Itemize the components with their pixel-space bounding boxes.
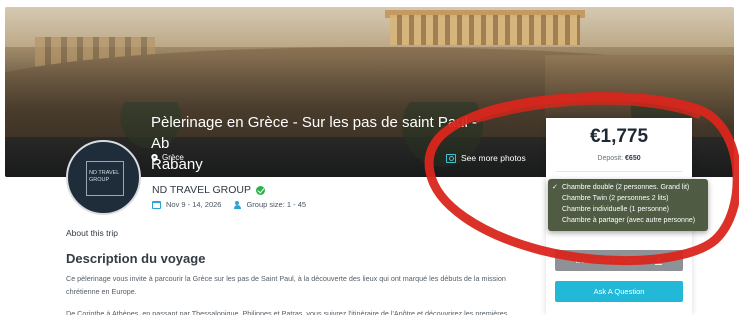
description-heading: Description du voyage [66,251,206,266]
camera-icon [446,153,456,163]
organizer-logo[interactable]: ND TRAVEL GROUP [66,140,141,215]
download-icon [655,256,663,265]
trip-location: Grèce [151,153,184,162]
trip-dates-label: Nov 9 - 14, 2026 [166,200,222,209]
room-option[interactable]: Chambre à partager (avec autre personne) [548,215,708,226]
deposit-info: Deposit: €650 [546,155,692,162]
location-pin-icon [151,153,158,162]
room-option[interactable]: Chambre Twin (2 personnes 2 lits) [548,193,708,204]
about-trip-label: About this trip [66,228,118,238]
trip-meta: Nov 9 - 14, 2026 Group size: 1 - 45 [152,200,306,209]
see-more-photos-label: See more photos [461,153,526,163]
trip-location-label: Grèce [162,153,184,162]
trip-title-line2: Rabany [151,156,203,173]
card-divider [556,171,682,172]
room-option[interactable]: Chambre individuelle (1 personne) [548,204,708,215]
description-text: Ce pèlerinage vous invite à parcourir la… [66,274,506,296]
deposit-label: Deposit: [597,155,624,162]
group-size-label: Group size: 1 - 45 [246,200,307,209]
see-more-photos-link[interactable]: See more photos [446,153,526,163]
description-text-continued: De Corinthe à Athènes, en passant par Th… [66,309,508,315]
trip-price: €1,775 [589,126,649,147]
logo-text: ND TRAVEL GROUP [89,170,119,184]
verified-check-icon [256,185,265,195]
user-icon [233,200,241,209]
room-option[interactable]: Chambre double (2 personnes. Grand lit) [548,182,708,193]
organizer-name-row: ND TRAVEL GROUP [152,184,265,196]
trip-title: Pèlerinage en Grèce - Sur les pas de sai… [151,112,491,175]
organizer-name[interactable]: ND TRAVEL GROUP [152,184,251,196]
trip-title-line1: Pèlerinage en Grèce - Sur les pas de sai… [151,114,478,152]
trip-page: Pèlerinage en Grèce - Sur les pas de sai… [0,0,739,315]
download-brochure-button[interactable]: Download Brochure [555,250,683,271]
ask-question-button[interactable]: Ask A Question [555,281,683,302]
ask-question-label: Ask A Question [593,287,645,296]
trip-dates: Nov 9 - 14, 2026 [152,200,221,209]
logo-text-line2: GROUP [89,177,110,183]
room-type-dropdown[interactable]: Chambre double (2 personnes. Grand lit) … [548,179,708,231]
group-size: Group size: 1 - 45 [233,200,306,209]
logo-text-line1: ND TRAVEL [89,170,120,176]
calendar-icon [152,200,161,209]
download-brochure-label: Download Brochure [575,256,642,265]
deposit-value: €650 [625,155,641,162]
